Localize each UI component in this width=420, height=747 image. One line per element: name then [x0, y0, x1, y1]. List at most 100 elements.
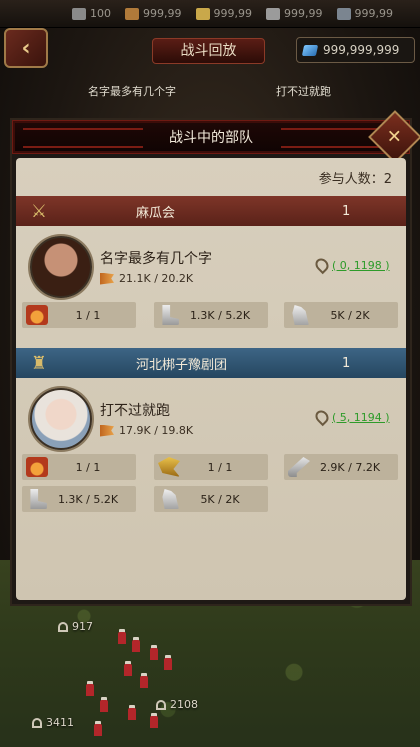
unit-value: 1 / 1: [75, 460, 101, 474]
fire-icon: [26, 457, 48, 477]
unit-value: 5K / 2K: [330, 308, 370, 322]
panel-header: 战斗中的部队: [12, 120, 410, 154]
infantry-icon: [32, 717, 42, 728]
unit-value: 1 / 1: [75, 308, 101, 322]
soldier-figure: [86, 684, 94, 696]
soldier-figure: [164, 658, 172, 670]
thorn-decoration: [23, 128, 143, 148]
unit-chip: 1 / 1: [22, 454, 136, 480]
soldier-figure: [100, 700, 108, 712]
unit-chip: 1.3K / 5.2K: [154, 302, 268, 328]
food-icon: [195, 7, 210, 20]
resource-food: 999,99: [195, 7, 253, 20]
panel-body: 参与人数：2 ⚔ 麻瓜会 1 名字最多有几个字 21.1K / 20.2K ( …: [16, 158, 406, 600]
resource-value: 999,99: [143, 7, 182, 20]
alliance-name: 河北梆子豫剧团: [136, 357, 228, 373]
resource-value: 100: [90, 7, 111, 20]
alliance-band: ⚔ 麻瓜会 1: [16, 196, 406, 226]
player-name: 名字最多有几个字: [100, 251, 212, 267]
resource-wood: 999,99: [125, 7, 182, 20]
alliance-band: ♜ 河北梆子豫剧团 1: [16, 348, 406, 378]
infantry-icon: [30, 489, 47, 509]
coordinate-text: ( 5, 1194 ): [332, 410, 390, 424]
soldier-figure: [150, 648, 158, 660]
player-stats: 17.9K / 19.8K: [100, 424, 193, 437]
player-stats: 21.1K / 20.2K: [100, 272, 193, 285]
alliance-name: 麻瓜会: [136, 205, 176, 221]
coordinate-link[interactable]: ( 0, 1198 ): [312, 255, 390, 275]
infantry-icon: [156, 699, 166, 710]
attacker-name: 名字最多有几个字: [88, 85, 176, 98]
soldier-figure: [124, 664, 132, 676]
player-stats-value: 17.9K / 19.8K: [119, 424, 194, 437]
flag-icon: [100, 424, 114, 437]
battle-sides: 名字最多有几个字 打不过就跑: [0, 78, 420, 104]
resource-bar: 100 999,99 999,99 999,99 999,99: [0, 0, 420, 28]
battle-replay-button[interactable]: 战斗回放: [152, 38, 265, 64]
unit-value: 1.3K / 5.2K: [57, 492, 119, 506]
army-label[interactable]: 2108: [156, 698, 198, 711]
player-row[interactable]: 名字最多有几个字 21.1K / 20.2K ( 0, 1198 ): [16, 236, 406, 298]
soldier-figure: [128, 708, 136, 720]
flag-icon: [100, 272, 114, 285]
close-icon: ✕: [387, 126, 403, 148]
avatar[interactable]: [30, 236, 92, 298]
army-label[interactable]: 917: [58, 620, 93, 633]
alliance-count: 1: [342, 355, 351, 371]
player-name: 打不过就跑: [100, 403, 170, 419]
participant-count-label: 参与人数：: [318, 172, 384, 187]
siege-icon: [288, 457, 310, 477]
resource-value: 999,99: [354, 7, 394, 20]
soldier-figure: [118, 632, 126, 644]
iron-icon: [336, 7, 351, 20]
unit-value: 1.3K / 5.2K: [189, 308, 251, 322]
coordinate-text: ( 0, 1198 ): [332, 258, 390, 272]
soldier-figure: [150, 716, 158, 728]
soldier-figure: [132, 640, 140, 652]
resource-value: 999,99: [284, 7, 323, 20]
cavalry-icon: [162, 489, 179, 509]
unit-value: 5K / 2K: [200, 492, 240, 506]
unit-chip: 1 / 1: [154, 454, 268, 480]
fire-icon: [26, 305, 48, 325]
army-label-value: 3411: [46, 716, 74, 729]
resource-stone: 999,99: [266, 7, 323, 20]
gem-balance[interactable]: 999,999,999: [296, 37, 415, 63]
back-button[interactable]: ‹: [4, 28, 48, 68]
infantry-icon: [162, 305, 179, 325]
crossed-swords-icon: ⚔: [30, 200, 48, 222]
resource-iron: 999,99: [336, 7, 394, 20]
army-label-value: 917: [72, 620, 93, 633]
infantry-icon: [58, 621, 68, 632]
panel-title: 战斗中的部队: [169, 130, 253, 146]
unit-chip: 1.3K / 5.2K: [22, 486, 136, 512]
gem-value: 999,999,999: [323, 43, 400, 57]
unit-value: 2.9K / 7.2K: [319, 460, 381, 474]
troops-panel: 战斗中的部队 ✕ 参与人数：2 ⚔ 麻瓜会 1 名字最多有几个字 21.1K /…: [10, 110, 420, 606]
castle-icon: ♜: [30, 352, 48, 374]
location-pin-icon: [312, 407, 332, 427]
coordinate-link[interactable]: ( 5, 1194 ): [312, 407, 390, 427]
unit-chip: 5K / 2K: [154, 486, 268, 512]
unit-chip: 2.9K / 7.2K: [284, 454, 398, 480]
participant-count-value: 2: [383, 172, 392, 187]
army-label[interactable]: 3411: [32, 716, 74, 729]
dragon-icon: [158, 457, 180, 477]
wood-icon: [125, 7, 139, 20]
army-label-value: 2108: [170, 698, 198, 711]
soldier-figure: [140, 676, 148, 688]
defender-name: 打不过就跑: [276, 85, 331, 98]
soldier-figure: [94, 724, 102, 736]
resource-value: 999,99: [213, 7, 253, 20]
alliance-count: 1: [342, 203, 351, 219]
population-icon: [72, 7, 86, 20]
gem-icon: [301, 44, 319, 56]
avatar[interactable]: [30, 388, 92, 450]
player-stats-value: 21.1K / 20.2K: [119, 272, 194, 285]
stone-icon: [266, 7, 280, 20]
player-row[interactable]: 打不过就跑 17.9K / 19.8K ( 5, 1194 ): [16, 388, 406, 450]
chevron-left-icon: ‹: [21, 35, 31, 61]
unit-chip: 1 / 1: [22, 302, 136, 328]
unit-chip: 5K / 2K: [284, 302, 398, 328]
participant-count: 参与人数：2: [319, 168, 392, 187]
